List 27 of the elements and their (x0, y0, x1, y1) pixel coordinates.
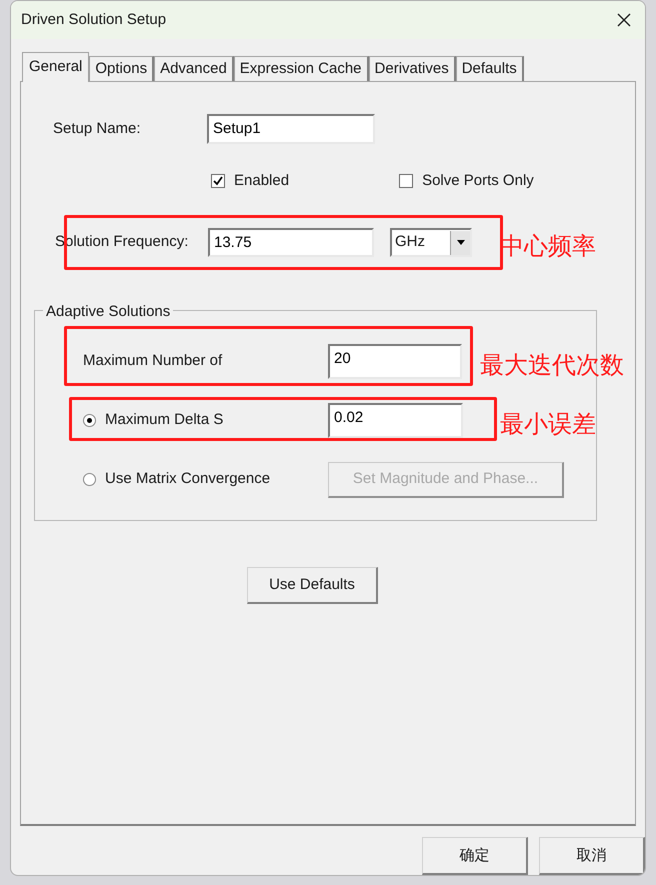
delta-s-field[interactable]: 0.02 (328, 403, 463, 438)
tab[interactable]: Derivatives (368, 56, 456, 81)
annotation-note: 最大迭代次数 (480, 350, 624, 381)
field-label: Setup Name: (53, 118, 142, 139)
radio-label[interactable]: Maximum Delta S (105, 409, 224, 432)
setup-name-field[interactable]: Setup1 (207, 114, 375, 144)
use-defaults-button[interactable]: Use Defaults (247, 567, 378, 604)
close-icon[interactable] (617, 13, 631, 27)
window-title: Driven Solution Setup (21, 10, 166, 30)
unit-dropdown[interactable]: GHz (390, 228, 472, 257)
tab[interactable]: General (22, 52, 90, 82)
frequency-field[interactable]: 13.75 (208, 228, 374, 257)
dialog-button[interactable]: 确定 (422, 837, 528, 875)
checkbox-box[interactable] (399, 174, 414, 188)
max-passes-field[interactable]: 20 (328, 344, 462, 379)
tab[interactable]: Options (89, 56, 154, 81)
tab[interactable]: Expression Cache (234, 56, 369, 81)
annotation-note: 最小误差 (500, 409, 596, 440)
tab[interactable]: Advanced (154, 56, 234, 81)
checkbox[interactable]: Solve Ports Only (399, 170, 534, 192)
dialog-button[interactable]: 取消 (539, 837, 645, 875)
checkbox[interactable]: Enabled (211, 170, 290, 192)
field-label: Maximum Number of (83, 351, 224, 372)
dropdown-arrow-icon (456, 240, 464, 245)
radio-button[interactable] (83, 414, 96, 427)
tab[interactable]: Defaults (456, 56, 524, 81)
checkbox-box[interactable] (211, 174, 225, 188)
